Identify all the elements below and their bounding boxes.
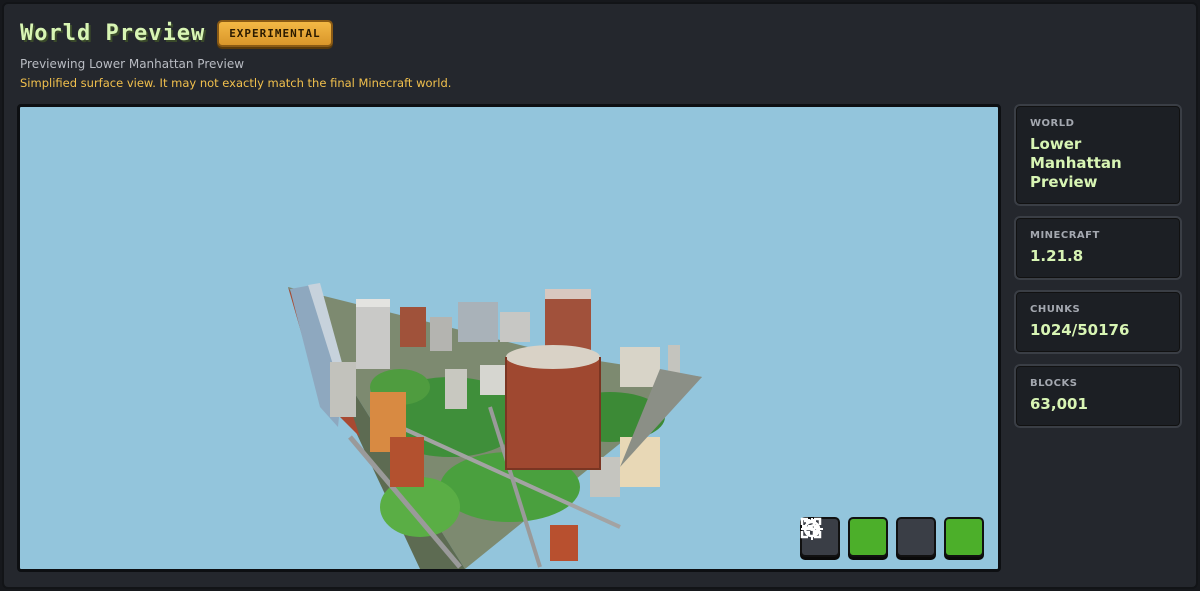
blocks-value: 63,001 [1030,395,1088,413]
blocks-label: BLOCKS [1030,378,1078,389]
title-row: World Preview EXPERIMENTAL [20,20,451,47]
3d-world-viewport[interactable] [17,104,1001,572]
world-render [288,283,702,569]
world-card: WORLD Lower Manhattan Preview [1014,104,1182,206]
world-label: WORLD [1030,118,1075,129]
header: World Preview EXPERIMENTAL Previewing Lo… [20,20,451,90]
world-value: Lower Manhattan Preview [1030,135,1122,191]
chunks-card: CHUNKS 1024/50176 [1014,290,1182,354]
chunks-value: 1024/50176 [1030,321,1130,339]
recenter-button[interactable] [801,517,888,557]
experimental-badge: EXPERIMENTAL [217,20,333,47]
fullscreen-icon [800,517,822,539]
rotate-button[interactable] [803,517,936,557]
viewport-controls [800,517,984,557]
page-title: World Preview [20,21,206,46]
stats-sidebar: WORLD Lower Manhattan Preview MINECRAFT … [1014,104,1182,438]
preview-subtitle: Previewing Lower Manhattan Preview [20,57,245,71]
blocks-card: BLOCKS 63,001 [1014,364,1182,428]
minecraft-version-value: 1.21.8 [1030,247,1084,265]
chunks-label: CHUNKS [1030,304,1081,315]
preview-warning: Simplified surface view. It may not exac… [20,76,452,90]
fullscreen-button[interactable] [800,517,984,557]
minecraft-card: MINECRAFT 1.21.8 [1014,216,1182,280]
minecraft-label: MINECRAFT [1030,230,1100,241]
